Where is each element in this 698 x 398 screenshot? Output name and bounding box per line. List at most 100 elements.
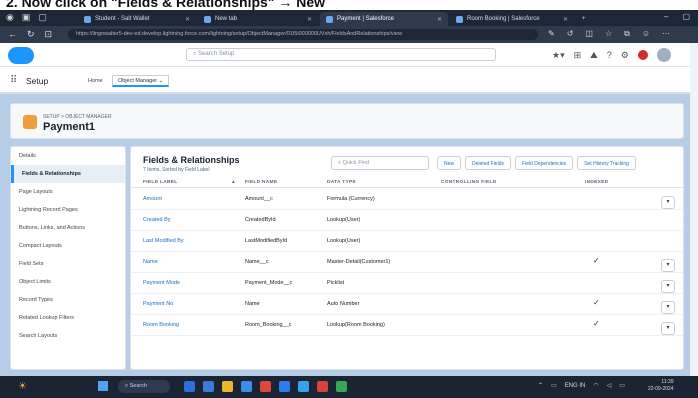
collections-icon[interactable]: ⧉ (624, 29, 630, 39)
widgets-icon[interactable]: ☀ (18, 381, 27, 392)
field-api-name: Payment_Mode__c (245, 280, 293, 286)
taskbar-clock[interactable]: 11:39 22-09-2024 (648, 379, 674, 393)
favorites-icon[interactable]: ☆ (605, 29, 612, 39)
address-bar[interactable]: https://lingowalter5-dev-ed.develop.ligh… (68, 29, 538, 40)
tab-object-manager[interactable]: Object Manager ⌄ (112, 75, 170, 87)
field-label-link[interactable]: Name (143, 259, 158, 265)
new-tab-button[interactable]: + (576, 12, 590, 26)
workspaces-icon[interactable]: ▣ (22, 12, 31, 23)
sidebar-item-record-types[interactable]: Record Types (11, 291, 125, 309)
sidebar-item-object-limits[interactable]: Object Limits (11, 273, 125, 291)
row-actions-dropdown[interactable]: ▾ (661, 301, 675, 314)
sort-arrow-icon[interactable]: ▲ (231, 180, 236, 185)
set-history-tracking-button[interactable]: Set History Tracking (577, 156, 636, 170)
column-header-indexed[interactable]: INDEXED (585, 180, 608, 185)
tab-home[interactable]: Home (88, 78, 103, 84)
edge-browser-icon[interactable] (298, 381, 309, 392)
sidebar-item-search-layouts[interactable]: Search Layouts (11, 327, 125, 345)
app-icon[interactable] (241, 381, 252, 392)
more-icon[interactable]: ⋯ (662, 29, 670, 39)
camera-icon[interactable]: ▭ (551, 382, 557, 389)
maximize-icon[interactable]: ▢ (682, 12, 690, 21)
trailhead-icon[interactable]: ⛰ (590, 50, 598, 61)
page-scrollbar[interactable] (690, 43, 698, 378)
volume-icon[interactable]: ◁ (607, 382, 612, 389)
app-icon[interactable] (203, 381, 214, 392)
wifi-icon[interactable]: ◠ (593, 382, 598, 389)
minimize-icon[interactable]: – (664, 12, 668, 21)
field-label-link[interactable]: Created By (143, 217, 171, 223)
battery-icon[interactable]: ▭ (619, 382, 625, 389)
browser-tab-active[interactable]: Payment | Salesforce ✕ (320, 12, 448, 26)
sidebar-item-fields-relationships[interactable]: Fields & Relationships (11, 165, 125, 183)
close-tab-icon[interactable]: ✕ (437, 16, 442, 23)
browser-tab[interactable]: New tab ✕ (198, 12, 318, 26)
sidebar-item-page-layouts[interactable]: Page Layouts (11, 183, 125, 201)
salesforce-logo[interactable] (8, 47, 34, 64)
app-launcher-icon[interactable]: ⠿ (10, 75, 17, 86)
tutorial-caption: 2. Now click on "Fields & Relationships"… (0, 0, 698, 10)
tab-actions-icon[interactable]: ▢ (38, 12, 47, 23)
setup-gear-icon[interactable]: ⚙ (621, 50, 629, 61)
profile-icon[interactable]: ◉ (6, 12, 14, 23)
chevron-up-icon[interactable]: ⌃ (538, 382, 543, 389)
row-actions-dropdown[interactable]: ▾ (661, 322, 675, 335)
row-actions-dropdown[interactable]: ▾ (661, 196, 675, 209)
site-info-icon[interactable]: ⊡ (45, 29, 53, 40)
sidebar-item-related-lookup-filters[interactable]: Related Lookup Filters (11, 309, 125, 327)
deleted-fields-button[interactable]: Deleted Fields (465, 156, 511, 170)
row-actions-dropdown[interactable]: ▾ (661, 280, 675, 293)
browser-tab[interactable]: Room Booking | Salesforce ✕ (450, 12, 574, 26)
user-avatar[interactable] (656, 48, 671, 62)
sidebar-item-lightning-record-pages[interactable]: Lightning Record Pages (11, 201, 125, 219)
quick-find-input[interactable]: ⌕ Quick Find (331, 156, 429, 170)
field-label-link[interactable]: Payment Mode (143, 280, 180, 286)
section-subtitle: 7 Items, Sorted by Field Label (143, 167, 210, 173)
input-language[interactable]: ENG IN (565, 383, 586, 389)
sidebar-item-details[interactable]: Details (11, 147, 125, 165)
help-icon[interactable]: ? (607, 50, 612, 60)
sidebar-item-buttons-links-actions[interactable]: Buttons, Links, and Actions (11, 219, 125, 237)
field-label-link[interactable]: Room Booking (143, 322, 179, 328)
new-field-button[interactable]: New (437, 156, 462, 170)
header-utility-icons: ★▾ ⊞ ⛰ ? ⚙ (552, 48, 671, 62)
sidebar-item-field-sets[interactable]: Field Sets (11, 255, 125, 273)
app-icon[interactable] (260, 381, 271, 392)
indexed-check-icon: ✓ (593, 298, 600, 307)
task-view-icon[interactable] (184, 381, 195, 392)
notifications-bell-icon[interactable] (637, 50, 648, 60)
refresh-extension-icon[interactable]: ↺ (567, 29, 574, 39)
taskbar-apps (184, 381, 347, 392)
close-tab-icon[interactable]: ✕ (563, 16, 568, 23)
close-tab-icon[interactable]: ✕ (307, 16, 312, 23)
app-icon[interactable] (317, 381, 328, 392)
search-setup-input[interactable]: ⌕ Search Setup (186, 48, 496, 61)
global-actions-icon[interactable]: ⊞ (574, 50, 582, 61)
indexed-check-icon: ✓ (593, 256, 600, 265)
split-view-icon[interactable]: ◫ (585, 29, 593, 39)
close-tab-icon[interactable]: ✕ (185, 16, 190, 23)
field-dependencies-button[interactable]: Field Dependencies (514, 156, 574, 170)
extension-icon[interactable]: ✎ (548, 29, 555, 39)
field-label-link[interactable]: Payment No (143, 301, 173, 307)
column-header-field-name[interactable]: FIELD NAME (245, 180, 277, 185)
favorites-star-icon[interactable]: ★▾ (552, 50, 565, 61)
app-icon[interactable] (279, 381, 290, 392)
start-button[interactable] (98, 381, 108, 391)
field-label-link[interactable]: Amount (143, 196, 162, 202)
back-icon[interactable]: ← (8, 29, 17, 40)
file-explorer-icon[interactable] (222, 381, 233, 392)
browser-tab[interactable]: Student - Salt Wallet ✕ (78, 12, 196, 26)
breadcrumb[interactable]: SETUP > OBJECT MANAGER (43, 114, 112, 120)
row-actions-dropdown[interactable]: ▾ (661, 259, 675, 272)
browser-tab-bar: ◉ ▣ ▢ Student - Salt Wallet ✕ New tab ✕ … (0, 10, 698, 26)
taskbar-search[interactable]: ⌕ Search (118, 380, 170, 393)
refresh-icon[interactable]: ↻ (27, 29, 35, 40)
column-header-controlling-field[interactable]: CONTROLLING FIELD (441, 180, 496, 185)
app-icon[interactable] (336, 381, 347, 392)
column-header-field-label[interactable]: FIELD LABEL (143, 180, 177, 185)
field-label-link[interactable]: Last Modified By (143, 238, 184, 244)
profile-avatar-icon[interactable]: ☺ (642, 29, 650, 39)
column-header-data-type[interactable]: DATA TYPE (327, 180, 356, 185)
sidebar-item-compact-layouts[interactable]: Compact Layouts (11, 237, 125, 255)
